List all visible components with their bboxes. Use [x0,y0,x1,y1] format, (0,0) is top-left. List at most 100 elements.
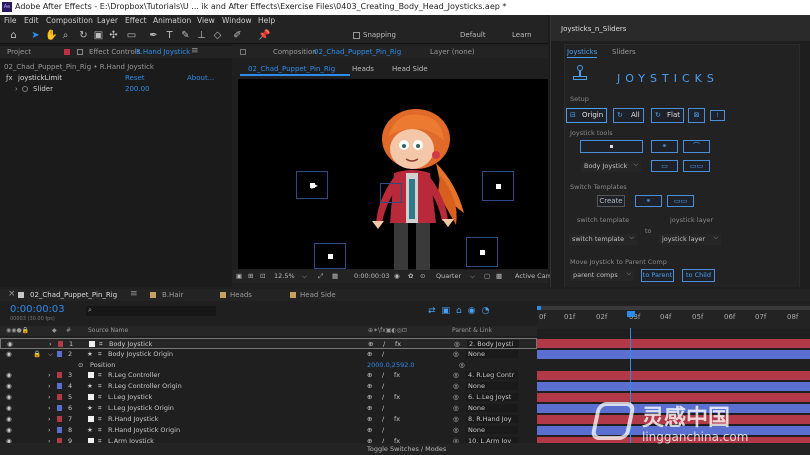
panel-menu-icon[interactable]: ≡ [130,289,138,299]
color-icon[interactable]: ⊙ [420,272,425,280]
all-button[interactable]: ↻ All [613,108,644,123]
region-icon[interactable]: ▣ [236,272,242,280]
layer-name[interactable]: Body Joystick [109,340,152,348]
menu-effect[interactable]: Effect [125,16,147,25]
parent-pickwhip-icon[interactable]: ◎ [453,426,459,434]
expand-arrow-icon[interactable]: › [48,371,51,379]
shy-icon[interactable]: ⊕ [367,415,372,423]
hand-tool-icon[interactable]: ✋ [45,30,57,41]
home-icon[interactable]: ⌂ [8,30,19,41]
layer-row-8[interactable]: ◉ › 8 ★ ⌗ R.Hand Joystick Origin ⊕ / ◎ N… [0,425,537,436]
effect-name[interactable]: joystickLimit [18,74,62,82]
slider-h-button[interactable]: ▭ [651,160,678,172]
work-area-start[interactable] [537,306,541,310]
link-feather-button[interactable]: ⚭ [651,140,678,153]
parent-dropdown[interactable]: None [466,404,518,412]
layer-tab[interactable]: Layer (none) [430,48,475,56]
info-button[interactable]: ! [710,110,725,121]
shy-icon[interactable]: ⊕ [367,371,372,379]
joystick-handle-r-leg[interactable] [314,243,346,269]
parent-dropdown[interactable]: 2. Body Joysti [467,340,519,348]
composition-tab-name[interactable]: 02_Chad_Puppet_Pin_Rig [314,48,401,56]
menu-animation[interactable]: Animation [153,16,191,25]
snapshot-icon[interactable]: ◉ [394,272,400,280]
quality-icon[interactable]: / [382,371,384,379]
menu-view[interactable]: View [197,16,215,25]
guides-icon[interactable]: ⊡ [260,272,265,280]
camera-dropdown[interactable]: Active Cam [515,272,552,280]
shy-icon[interactable]: ⊕ [368,340,373,348]
expand-icon[interactable]: ⤢ [318,272,323,281]
parent-link-header[interactable]: Parent & Link [452,327,492,334]
composition-viewer[interactable]: ➤ [238,79,548,273]
pan-behind-icon[interactable]: ✣ [108,30,119,41]
expand-arrow-icon[interactable]: › [48,404,51,412]
viewer-timecode[interactable]: 0:00:00:03 [354,272,390,280]
stopwatch-icon[interactable]: ⊙ [78,361,83,369]
menu-file[interactable]: File [4,16,17,25]
to-parent-button[interactable]: to Parent [641,269,674,282]
parent-pickwhip-icon[interactable]: ◎ [453,404,459,412]
close-icon[interactable]: × [8,289,16,299]
reset-link[interactable]: Reset [125,74,145,82]
menu-window[interactable]: Window [222,16,252,25]
menu-edit[interactable]: Edit [24,16,39,25]
menu-layer[interactable]: Layer [97,16,118,25]
layer-bar[interactable] [537,350,810,359]
lock-icon[interactable] [240,49,246,55]
to-child-button[interactable]: to Child [682,269,715,282]
workspace-learn[interactable]: Learn [512,31,532,39]
timeline-tab-heads[interactable]: Heads [230,291,252,299]
label-color-chip[interactable] [57,394,62,400]
comp-subtab-heads[interactable]: Heads [352,65,374,73]
tab-joysticks[interactable]: Joysticks [567,48,598,58]
label-color-chip[interactable] [57,383,62,389]
timeline-switch-icons[interactable]: ⇄▣⌂◉◔ [428,306,533,317]
joystick-layer-dropdown[interactable]: joystick layer [659,232,721,245]
shy-icon[interactable]: ⊕ [367,426,372,434]
layer-name[interactable]: L.Leg Joystick Origin [108,404,174,412]
joystick-dot[interactable] [479,249,485,255]
expand-arrow-icon[interactable]: › [48,382,51,390]
type-tool-icon[interactable]: T [164,30,175,41]
fx-icon[interactable]: fx [394,415,400,423]
fx-icon[interactable]: fx [395,340,401,348]
project-tab[interactable]: Project [7,48,31,56]
parent-dropdown[interactable]: None [466,382,518,390]
camera-tool-icon[interactable]: ▣ [93,30,104,41]
quality-icon[interactable]: / [382,350,384,358]
label-color-chip[interactable] [58,341,63,347]
parent-pickwhip-icon[interactable]: ◎ [453,393,459,401]
toggle-switches-modes[interactable]: Toggle Switches / Modes [367,445,446,453]
joystick-dot[interactable] [495,183,501,189]
layer-bar[interactable] [537,339,810,348]
eraser-tool-icon[interactable]: ◇ [212,30,223,41]
parent-pickwhip-icon[interactable]: ◎ [453,350,459,358]
joystick-box-button[interactable] [580,140,643,153]
switch-template-dropdown[interactable]: switch template [569,232,637,245]
parent-pickwhip-icon[interactable]: ◎ [453,371,459,379]
joystick-dropdown[interactable]: Body Joystick [581,159,641,172]
menu-help[interactable]: Help [258,16,275,25]
workspace-default[interactable]: Default [460,31,486,39]
flat-button[interactable]: ↻ Flat [651,108,684,123]
layer-name[interactable]: R.Leg Controller Origin [108,382,182,390]
timeline-tab-main[interactable]: 02_Chad_Puppet_Pin_Rig [30,291,117,299]
layer-name[interactable]: R.Leg Controller [108,371,160,379]
about-link[interactable]: About... [187,74,214,82]
transparency-grid-icon[interactable]: ▩ [496,272,502,280]
quality-icon[interactable]: / [382,426,384,434]
visibility-icon[interactable]: ◉ [6,350,12,358]
quality-icon[interactable]: / [382,393,384,401]
layer-name[interactable]: R.Hand Joystick Origin [108,426,180,434]
timeline-tab-head-side[interactable]: Head Side [300,291,336,299]
label-color-chip[interactable] [57,351,62,357]
grid-icon[interactable]: ⊞ [248,272,253,280]
label-color-chip[interactable] [57,372,62,378]
quality-icon[interactable]: / [382,415,384,423]
expand-arrow-icon[interactable]: › [49,340,52,348]
brush-tool-icon[interactable]: ✎ [180,30,191,41]
layer-bar[interactable] [537,382,810,391]
rotate-tool-icon[interactable]: ↻ [78,30,89,41]
parent-dropdown[interactable]: 4. R.Leg Contr [466,371,518,379]
